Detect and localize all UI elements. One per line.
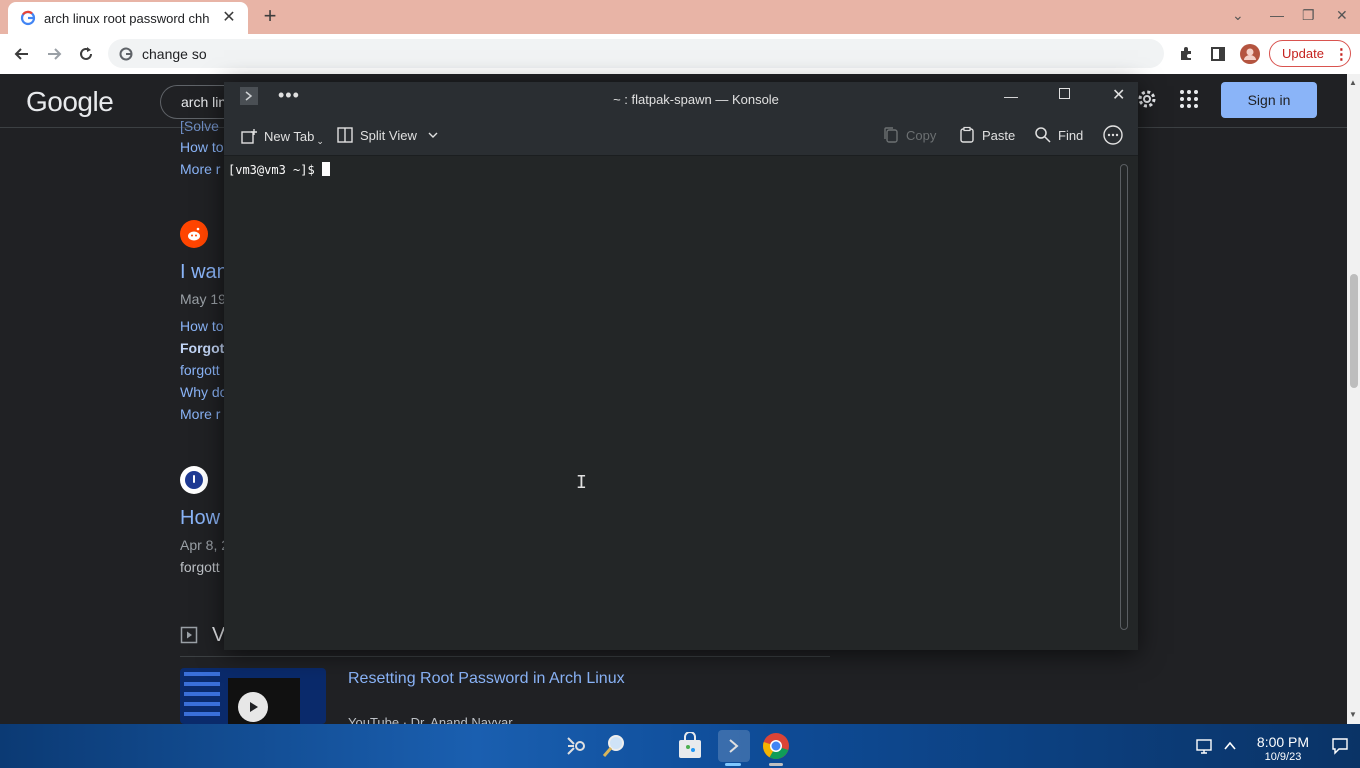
new-tab-label: New Tab: [264, 129, 315, 144]
new-tab-plus-icon[interactable]: +: [258, 5, 282, 29]
clock-time: 8:00 PM: [1256, 734, 1310, 750]
tab-close-icon[interactable]: ✕: [220, 9, 238, 27]
google-favicon-icon: [20, 10, 36, 26]
tab-search-chevron-icon[interactable]: ⌄: [1232, 7, 1244, 24]
notifications-icon[interactable]: [1324, 730, 1356, 762]
terminal-cursor: [321, 162, 330, 176]
konsole-menu-button[interactable]: [1102, 124, 1124, 146]
terminal-area[interactable]: [vm3@vm3 ~]$ I: [224, 156, 1116, 650]
google-search-icon: [119, 47, 133, 60]
update-label: Update: [1282, 46, 1324, 61]
browser-tab-strip: arch linux root password chh ✕ + ⌄ — ❐ ✕: [0, 0, 1360, 34]
paste-label: Paste: [982, 127, 1016, 143]
result3-date: Apr 8, 2: [180, 537, 230, 553]
paste-icon: [960, 126, 974, 143]
copy-icon: [884, 127, 898, 143]
result1-snippet-line[interactable]: [Solve: [180, 118, 219, 134]
konsole-maximize-icon[interactable]: [1059, 88, 1070, 99]
browser-toolbar: change so Update ⋮: [0, 34, 1360, 74]
result1-sublink[interactable]: How to: [180, 139, 224, 155]
new-tab-button[interactable]: New Tab ⌄: [240, 126, 324, 147]
reload-icon[interactable]: [74, 42, 98, 66]
page-scrollbar-thumb[interactable]: [1350, 274, 1358, 388]
copy-label: Copy: [906, 127, 937, 143]
konsole-window: ••• ~ : flatpak-spawn — Konsole — ✕ New …: [224, 82, 1138, 650]
split-view-chevron-icon[interactable]: [427, 129, 439, 141]
copy-button[interactable]: Copy: [882, 126, 936, 144]
page-scrollbar[interactable]: ▲ ▼: [1347, 74, 1360, 724]
konsole-taskbar-icon[interactable]: [718, 730, 750, 762]
side-panel-icon[interactable]: [1206, 42, 1230, 66]
close-window-icon[interactable]: ✕: [1336, 7, 1348, 24]
split-view-icon: [337, 127, 353, 143]
clock-date: 10/9/23: [1264, 751, 1302, 763]
site-favicon-icon: [180, 466, 208, 494]
chrome-taskbar-icon[interactable]: [760, 730, 792, 762]
konsole-title: ~ : flatpak-spawn — Konsole: [613, 92, 779, 107]
forward-arrow-icon[interactable]: [42, 42, 66, 66]
new-tab-dropdown-icon[interactable]: ⌄: [316, 136, 324, 147]
browser-tab[interactable]: arch linux root password chh ✕: [8, 2, 248, 34]
extensions-puzzle-icon[interactable]: [1174, 42, 1198, 66]
chrome-menu-icon[interactable]: ⋮: [1334, 45, 1349, 63]
konsole-titlebar[interactable]: ••• ~ : flatpak-spawn — Konsole — ✕: [224, 82, 1138, 116]
result3-snippet: forgott: [180, 559, 220, 575]
video-thumbnail[interactable]: [180, 668, 326, 724]
profile-avatar-icon[interactable]: [1238, 42, 1262, 66]
result2-more-link[interactable]: More r: [180, 406, 220, 422]
back-arrow-icon[interactable]: [10, 42, 34, 66]
more-options-icon: [1103, 125, 1123, 145]
terminal-prompt: [vm3@vm3 ~]$: [228, 162, 330, 177]
prompt-text: [vm3@vm3 ~]$: [228, 163, 322, 177]
konsole-minimize-icon[interactable]: —: [1004, 88, 1018, 104]
new-tab-icon: [241, 128, 257, 144]
search-magnifier-icon[interactable]: [598, 730, 630, 762]
text-cursor-ibeam-icon: I: [576, 472, 587, 493]
google-logo[interactable]: Google: [26, 86, 114, 118]
sign-in-button[interactable]: Sign in: [1221, 82, 1317, 118]
result1-more-link[interactable]: More r: [180, 161, 220, 177]
update-button[interactable]: Update ⋮: [1269, 40, 1351, 67]
result2-sublink-3[interactable]: forgott: [180, 362, 220, 378]
tray-chevron-up-icon[interactable]: [1214, 730, 1246, 762]
restore-icon[interactable]: ❐: [1302, 7, 1315, 24]
google-apps-grid-icon[interactable]: [1178, 88, 1200, 110]
paste-button[interactable]: Paste: [958, 126, 1015, 144]
terminal-scrollbar[interactable]: [1120, 164, 1128, 630]
video-source: YouTube · Dr. Anand Nayyar: [348, 715, 513, 724]
scroll-down-arrow-icon[interactable]: ▼: [1349, 710, 1357, 719]
kde-launcher-icon[interactable]: [560, 730, 592, 762]
active-indicator: [725, 763, 741, 766]
result2-sublink-2[interactable]: Forgot: [180, 340, 224, 356]
address-bar[interactable]: change so: [108, 39, 1164, 68]
divider: [180, 656, 830, 657]
play-icon[interactable]: [238, 692, 268, 722]
software-store-icon[interactable]: [674, 730, 706, 762]
video-title-link[interactable]: Resetting Root Password in Arch Linux: [348, 670, 625, 688]
running-indicator: [769, 763, 783, 766]
result2-title-link[interactable]: I wan: [180, 261, 228, 284]
result2-sublink-4[interactable]: Why do: [180, 384, 227, 400]
konsole-toolbar: New Tab ⌄ Split View Copy Paste Find: [224, 116, 1138, 156]
find-button[interactable]: Find: [1034, 126, 1083, 144]
video-section-icon: [180, 626, 198, 644]
search-icon: [1035, 127, 1051, 143]
split-view-button[interactable]: Split View: [336, 126, 439, 144]
result3-title-link[interactable]: How: [180, 507, 220, 530]
minimize-icon[interactable]: —: [1270, 7, 1284, 23]
result2-sublink-1[interactable]: How to: [180, 318, 224, 334]
scroll-up-arrow-icon[interactable]: ▲: [1349, 78, 1357, 87]
reddit-site-icon: [180, 220, 208, 248]
address-text: change so: [142, 45, 207, 62]
taskbar: 8:00 PM 10/9/23: [0, 724, 1360, 768]
thumbnail-desktop-icons: [184, 672, 220, 720]
split-view-label: Split View: [360, 127, 417, 143]
result2-date: May 19: [180, 291, 226, 307]
find-label: Find: [1058, 127, 1084, 143]
tab-title: arch linux root password chh: [44, 10, 210, 26]
konsole-close-icon[interactable]: ✕: [1112, 85, 1125, 105]
clock[interactable]: 8:00 PM 10/9/23: [1248, 734, 1318, 763]
